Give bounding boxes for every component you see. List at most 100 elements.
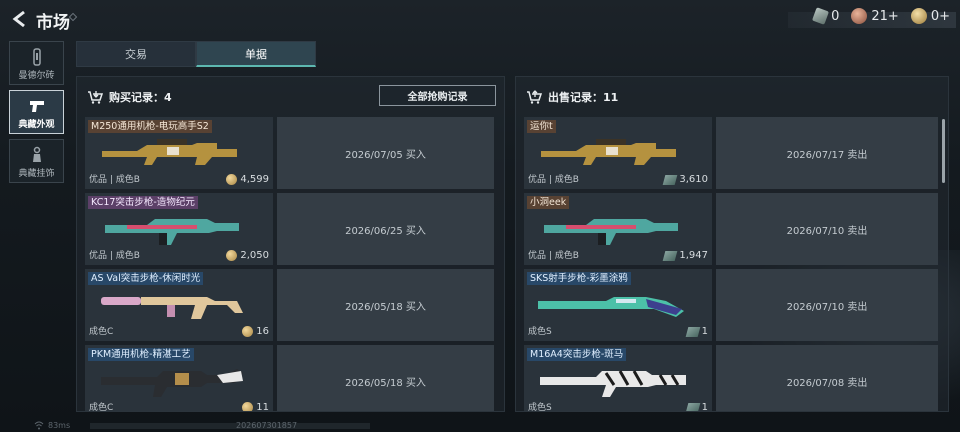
price-value: 11 [256, 402, 269, 411]
weapon-thumbnail [541, 139, 676, 165]
buy-records-header: 购买记录：4 [87, 89, 172, 105]
transaction-info: 2026/07/10 卖出 [716, 269, 938, 341]
weapon-price: 16 [242, 326, 269, 337]
cart-out-icon [527, 90, 542, 104]
voucher-icon [685, 402, 700, 411]
item-card[interactable]: AS Val突击步枪-休闲时光 成色C 16 [85, 269, 273, 341]
currency-value: 0+ [930, 8, 950, 24]
list-item[interactable]: SKS射手步枪-彩墨涂鸦 成色S 1 2026/07/10 卖出 [524, 269, 938, 341]
charm-icon [32, 146, 41, 162]
transaction-info: 2026/06/25 买入 [277, 193, 494, 265]
weapon-price: 4,599 [226, 174, 269, 185]
weapon-quality: 优品 | 成色B [528, 251, 579, 261]
weapon-name: M16A4突击步枪-斑马 [527, 348, 627, 361]
list-item[interactable]: KC17突击步枪-造物纪元 优品 | 成色B 2,050 2026/06/25 … [85, 193, 494, 265]
all-rush-records-button[interactable]: 全部抢购记录 [379, 85, 496, 106]
list-item[interactable]: M250通用机枪-电玩高手S2 优品 | 成色B 4,599 2026/07/0… [85, 117, 494, 189]
weapon-quality: 成色C [89, 403, 114, 411]
currency-gold[interactable]: 0+ [910, 8, 950, 24]
weapon-price: 1 [685, 326, 708, 337]
sell-records-header: 出售记录：11 [526, 89, 618, 105]
weapon-name: AS Val突击步枪-休闲时光 [88, 272, 204, 285]
price-value: 1,947 [679, 250, 708, 261]
price-value: 1 [701, 402, 708, 411]
transaction-info: 2026/05/18 买入 [277, 345, 494, 411]
item-card[interactable]: SKS射手步枪-彩墨涂鸦 成色S 1 [524, 269, 712, 341]
weapon-quality: 优品 | 成色B [89, 175, 140, 185]
back-arrow-icon[interactable] [10, 9, 30, 29]
pistol-icon [29, 101, 44, 112]
sidebar-item-collection-skins[interactable]: 典藏外观 [9, 90, 64, 134]
status-footer: 83ms 202607301857 [0, 420, 960, 432]
weapon-thumbnail [540, 370, 686, 397]
weapon-thumbnail [105, 219, 239, 245]
weapon-thumbnail [101, 369, 243, 397]
list-item[interactable]: PKM通用机枪-精湛工艺 成色C 11 2026/05/18 买入 [85, 345, 494, 411]
weapon-quality: 成色C [89, 327, 114, 337]
price-value: 4,599 [240, 174, 269, 185]
transaction-info: 2026/07/05 买入 [277, 117, 494, 189]
bronze-coin-icon [851, 8, 868, 24]
coin-icon [242, 402, 254, 411]
list-item[interactable]: 运你t 优品 | 成色B 3,610 2026/07/17 卖出 [524, 117, 938, 189]
transaction-info: 2026/07/10 卖出 [716, 193, 938, 265]
brick-icon [32, 48, 41, 66]
wifi-icon [34, 421, 44, 430]
weapon-price: 2,050 [226, 250, 269, 261]
voucher-icon [663, 174, 678, 185]
weapon-price: 1,947 [663, 250, 708, 261]
sidebar-item-collection-charms[interactable]: 典藏挂饰 [9, 139, 64, 183]
tab-receipts[interactable]: 单据 [196, 41, 316, 67]
gold-coin-icon [910, 8, 927, 24]
item-card[interactable]: PKM通用机枪-精湛工艺 成色C 11 [85, 345, 273, 411]
weapon-thumbnail [538, 297, 684, 317]
voucher-icon [663, 250, 678, 261]
weapon-name: SKS射手步枪-彩墨涂鸦 [527, 272, 631, 285]
item-card[interactable]: M16A4突击步枪-斑马 成色S 1 [524, 345, 712, 411]
buy-records-title: 购买记录：4 [109, 91, 172, 104]
buy-records-panel: 购买记录：4 全部抢购记录 M250通用机枪-电玩高手S2 优品 | 成色B 4… [76, 76, 505, 412]
weapon-thumbnail [102, 139, 237, 165]
footer-bar [90, 423, 370, 429]
list-item[interactable]: M16A4突击步枪-斑马 成色S 1 2026/07/08 卖出 [524, 345, 938, 411]
weapon-price: 11 [242, 402, 269, 411]
item-card[interactable]: KC17突击步枪-造物纪元 优品 | 成色B 2,050 [85, 193, 273, 265]
sell-records-list: 运你t 优品 | 成色B 3,610 2026/07/17 卖出 小洞eek 优… [524, 117, 938, 411]
weapon-quality: 优品 | 成色B [89, 251, 140, 261]
top-bar: 市场 0 21+ 0+ [0, 0, 960, 38]
page-title: 市场 [36, 13, 70, 33]
currency-value: 21+ [871, 8, 899, 24]
currency-group: 0 21+ 0+ [812, 7, 950, 25]
item-card[interactable]: 小洞eek 优品 | 成色B 1,947 [524, 193, 712, 265]
title-decoration [68, 12, 78, 22]
weapon-price: 3,610 [663, 174, 708, 185]
weapon-quality: 成色S [528, 327, 552, 337]
buy-records-list: M250通用机枪-电玩高手S2 优品 | 成色B 4,599 2026/07/0… [85, 117, 494, 411]
weapon-name: 小洞eek [527, 196, 570, 209]
list-item[interactable]: 小洞eek 优品 | 成色B 1,947 2026/07/10 卖出 [524, 193, 938, 265]
sidebar-item-label: 典藏挂饰 [18, 169, 55, 179]
weapon-thumbnail [544, 219, 678, 245]
price-value: 3,610 [679, 174, 708, 185]
transaction-info: 2026/05/18 买入 [277, 269, 494, 341]
weapon-name: M250通用机枪-电玩高手S2 [88, 120, 212, 133]
currency-ticket[interactable]: 0 [812, 7, 840, 25]
sidebar-item-brick[interactable]: 曼德尔砖 [9, 41, 64, 85]
item-card[interactable]: M250通用机枪-电玩高手S2 优品 | 成色B 4,599 [85, 117, 273, 189]
weapon-name: PKM通用机枪-精湛工艺 [88, 348, 194, 361]
scrollbar[interactable] [942, 119, 945, 183]
currency-value: 0 [831, 8, 840, 24]
weapon-name: 运你t [527, 120, 556, 133]
price-value: 2,050 [240, 250, 269, 261]
weapon-name: KC17突击步枪-造物纪元 [88, 196, 198, 209]
tab-trade[interactable]: 交易 [76, 41, 196, 67]
list-item[interactable]: AS Val突击步枪-休闲时光 成色C 16 2026/05/18 买入 [85, 269, 494, 341]
sidebar-item-label: 典藏外观 [18, 120, 55, 130]
sidebar-item-label: 曼德尔砖 [18, 71, 55, 81]
item-card[interactable]: 运你t 优品 | 成色B 3,610 [524, 117, 712, 189]
transaction-info: 2026/07/17 卖出 [716, 117, 938, 189]
currency-bronze[interactable]: 21+ [851, 8, 899, 24]
coin-icon [242, 326, 254, 337]
sidebar: 曼德尔砖 典藏外观 典藏挂饰 [9, 41, 64, 188]
weapon-quality: 成色S [528, 403, 552, 411]
